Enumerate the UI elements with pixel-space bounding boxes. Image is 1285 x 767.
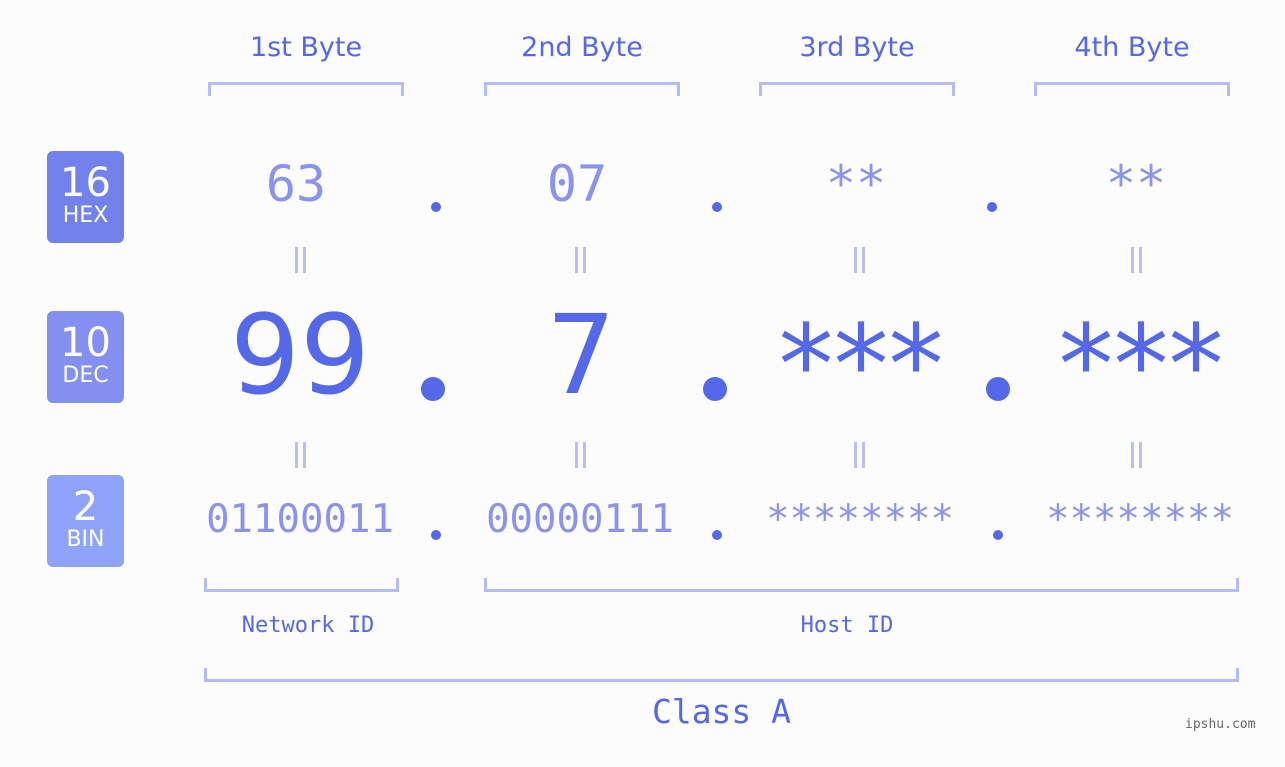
hex-dot-1 bbox=[431, 202, 441, 212]
dec-octet-4: *** bbox=[1058, 301, 1224, 429]
bin-dot-2 bbox=[712, 530, 722, 540]
dec-badge: 10 DEC bbox=[47, 311, 124, 403]
hex-badge-label: HEX bbox=[62, 203, 109, 228]
dec-badge-base: 10 bbox=[60, 320, 111, 366]
hex-octet-4: ** bbox=[1105, 155, 1167, 213]
dec-dot-3 bbox=[986, 377, 1010, 401]
equals-icon bbox=[293, 247, 307, 273]
byte-bracket-2 bbox=[484, 82, 680, 96]
hex-dot-2 bbox=[712, 202, 722, 212]
dec-badge-label: DEC bbox=[62, 363, 109, 388]
bin-octet-3: ******** bbox=[766, 497, 954, 542]
hex-octet-3: ** bbox=[825, 155, 887, 213]
bin-octet-4: ******** bbox=[1046, 497, 1234, 542]
bin-octet-2: 00000111 bbox=[486, 497, 674, 542]
byte-header-1: 1st Byte bbox=[249, 32, 363, 63]
hex-octet-2: 07 bbox=[546, 155, 608, 213]
network-id-label: Network ID bbox=[241, 613, 375, 638]
bin-badge-base: 2 bbox=[72, 484, 99, 530]
hex-badge: 16 HEX bbox=[47, 151, 124, 243]
class-label: Class A bbox=[651, 692, 792, 731]
watermark: ipshu.com bbox=[1185, 717, 1256, 732]
dec-octet-3: *** bbox=[778, 301, 944, 429]
byte-header-3: 3rd Byte bbox=[799, 32, 915, 63]
hex-dot-3 bbox=[987, 202, 997, 212]
byte-bracket-4 bbox=[1034, 82, 1230, 96]
class-bracket bbox=[204, 668, 1239, 682]
bin-dot-3 bbox=[993, 530, 1003, 540]
bin-badge: 2 BIN bbox=[47, 475, 124, 567]
hex-octet-1: 63 bbox=[265, 155, 327, 213]
hex-badge-base: 16 bbox=[60, 160, 111, 206]
byte-header-2: 2nd Byte bbox=[521, 32, 643, 63]
byte-header-4: 4th Byte bbox=[1074, 32, 1190, 63]
dec-dot-2 bbox=[703, 377, 727, 401]
byte-bracket-3 bbox=[759, 82, 955, 96]
equals-icon bbox=[1129, 247, 1143, 273]
host-id-label: Host ID bbox=[800, 613, 894, 638]
equals-icon bbox=[852, 442, 866, 468]
bin-badge-label: BIN bbox=[66, 527, 105, 552]
equals-icon bbox=[573, 247, 587, 273]
bin-dot-1 bbox=[431, 530, 441, 540]
bin-octet-1: 01100011 bbox=[206, 497, 394, 542]
equals-icon bbox=[852, 247, 866, 273]
dec-octet-2: 7 bbox=[546, 291, 616, 419]
byte-bracket-1 bbox=[208, 82, 404, 96]
equals-icon bbox=[573, 442, 587, 468]
equals-icon bbox=[1129, 442, 1143, 468]
network-id-bracket bbox=[204, 578, 399, 592]
host-id-bracket bbox=[484, 578, 1239, 592]
dec-dot-1 bbox=[421, 377, 445, 401]
dec-octet-1: 99 bbox=[230, 291, 370, 419]
equals-icon bbox=[293, 442, 307, 468]
